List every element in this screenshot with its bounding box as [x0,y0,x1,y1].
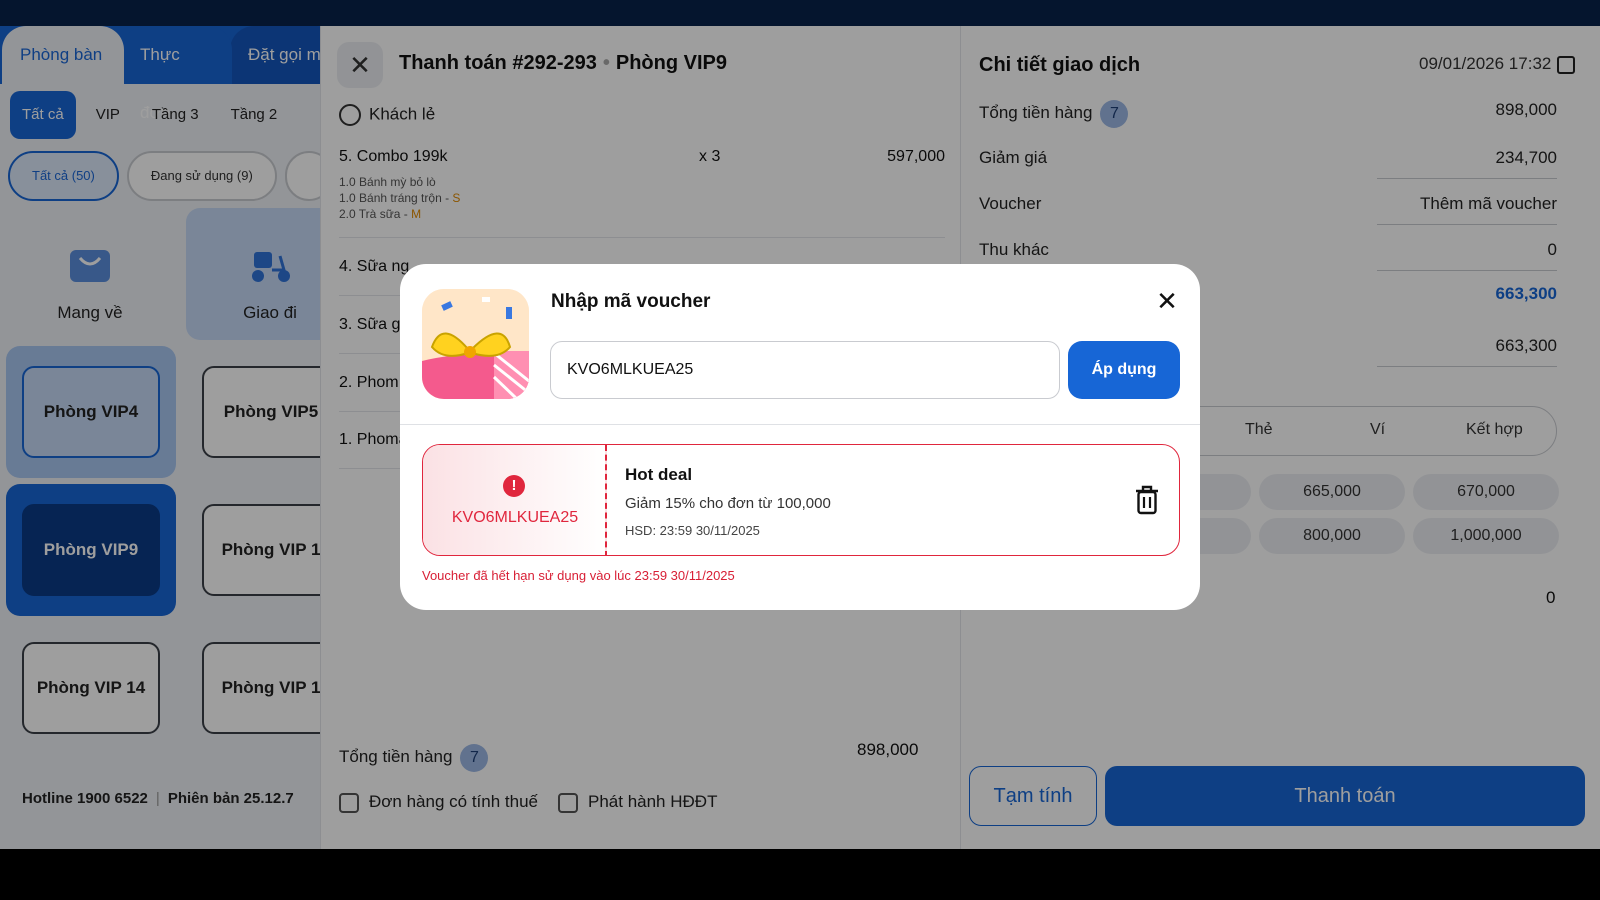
voucher-expiry: HSD: 23:59 30/11/2025 [625,523,760,538]
voucher-code: KVO6MLKUEA25 [451,509,579,526]
gift-icon [422,289,529,399]
voucher-code-input[interactable] [550,341,1060,399]
trash-icon[interactable] [1135,485,1159,515]
voucher-name: Hot deal [625,465,693,484]
system-nav-bar [0,849,1600,900]
dialog-title: Nhập mã voucher [551,291,711,312]
voucher-description: Giảm 15% cho đơn từ 100,000 [625,495,831,512]
voucher-error-message: Voucher đã hết hạn sử dụng vào lúc 23:59… [422,568,735,583]
voucher-dialog: Nhập mã voucher ✕ Áp dụng ! KVO6MLKUEA25… [400,264,1200,610]
error-icon: ! [503,475,525,497]
system-status-bar [0,0,1600,26]
apply-voucher-button[interactable]: Áp dụng [1068,341,1180,399]
voucher-card: ! KVO6MLKUEA25 Hot deal Giảm 15% cho đơn… [422,444,1180,556]
close-icon[interactable]: ✕ [1152,286,1182,316]
voucher-code-panel: ! KVO6MLKUEA25 [423,445,607,555]
divider [400,424,1200,425]
